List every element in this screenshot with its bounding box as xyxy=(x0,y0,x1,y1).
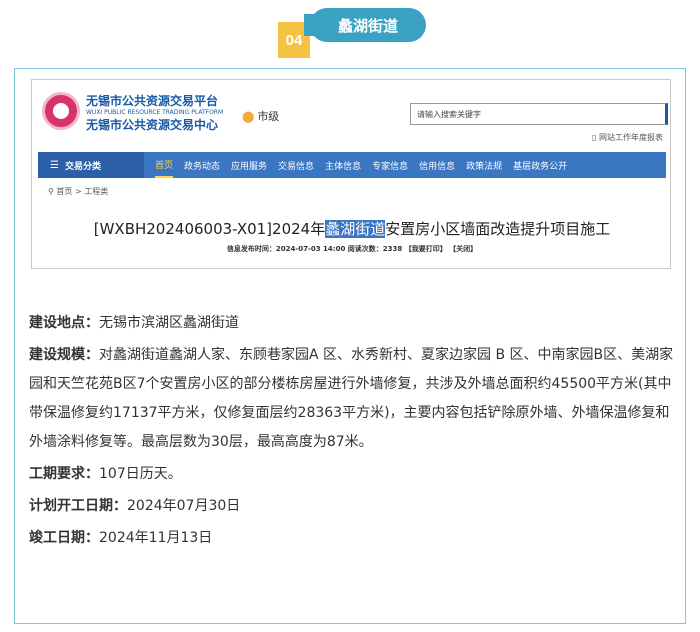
annual-report-link[interactable]: ▯ 网站工作年度报表 xyxy=(592,132,663,143)
nav-item-trading[interactable]: 交易信息 xyxy=(278,152,314,178)
location-selector[interactable]: ⬤ 市级 xyxy=(242,108,279,124)
main-nav: ☰ 交易分类 首页 政务动态 应用服务 交易信息 主体信息 专家信息 信用信息 政… xyxy=(38,152,666,178)
menu-icon: ☰ xyxy=(50,159,59,171)
platform-logo-icon xyxy=(42,92,80,130)
detail-location: 建设地点：无锡市滨湖区蠡湖街道 xyxy=(29,309,677,338)
webpage-screenshot: 无锡市公共资源交易平台 WUXI PUBLIC RESOURCE TRADING… xyxy=(31,79,671,269)
section-title: 蠡湖街道 xyxy=(304,8,426,42)
location-pin-icon: ⬤ xyxy=(242,110,255,123)
annual-report-label: 网站工作年度报表 xyxy=(598,133,663,142)
nav-item-grassroots[interactable]: 基层政务公开 xyxy=(513,152,567,178)
nav-item-services[interactable]: 应用服务 xyxy=(231,152,267,178)
title-prefix: [WXBH202406003-X01]2024年 xyxy=(93,220,326,238)
category-label: 交易分类 xyxy=(64,161,101,172)
nav-item-credit[interactable]: 信用信息 xyxy=(419,152,455,178)
scale-value: 对蠡湖街道蠡湖人家、东顾巷家园A 区、水秀新村、夏家边家园 B 区、中南家园B区… xyxy=(29,347,674,450)
brand-title: 无锡市公共资源交易平台 xyxy=(86,94,219,108)
location-value: 无锡市滨湖区蠡湖街道 xyxy=(99,315,239,331)
breadcrumb: ⚲ 首页 > 工程类 xyxy=(48,186,108,197)
section-badge: 04 蠡湖街道 xyxy=(278,8,428,58)
period-label: 工期要求： xyxy=(29,466,99,482)
site-header: 无锡市公共资源交易平台 WUXI PUBLIC RESOURCE TRADING… xyxy=(32,80,670,148)
title-highlight: 蠡湖街道 xyxy=(325,220,386,238)
brand-english: WUXI PUBLIC RESOURCE TRADING PLATFORM xyxy=(86,109,224,116)
search-input[interactable]: 请输入搜索关键字 xyxy=(410,103,668,125)
nav-item-home[interactable]: 首页 xyxy=(155,152,174,178)
project-details: 建设地点：无锡市滨湖区蠡湖街道 建设规模：对蠡湖街道蠡湖人家、东顾巷家园A 区、… xyxy=(29,309,677,556)
period-value: 107日历天。 xyxy=(99,466,182,482)
end-label: 竣工日期： xyxy=(29,530,99,546)
article-title: [WXBH202406003-X01]2024年蠡湖街道安置房小区墙面改造提升项… xyxy=(32,218,670,239)
report-icon: ▯ xyxy=(592,133,599,142)
detail-end: 竣工日期：2024年11月13日 xyxy=(29,524,677,553)
category-menu[interactable]: ☰ 交易分类 xyxy=(38,152,144,178)
brand-subtitle: 无锡市公共资源交易中心 xyxy=(86,118,219,132)
nav-item-experts[interactable]: 专家信息 xyxy=(372,152,408,178)
nav-item-entities[interactable]: 主体信息 xyxy=(325,152,361,178)
scale-label: 建设规模： xyxy=(29,347,99,363)
content-card: 无锡市公共资源交易平台 WUXI PUBLIC RESOURCE TRADING… xyxy=(14,68,686,624)
article-meta: 信息发布时间：2024-07-03 14:00 阅读次数：2338 【我要打印】… xyxy=(226,245,478,253)
location-label: 建设地点： xyxy=(29,315,99,331)
nav-item-policy[interactable]: 政策法规 xyxy=(466,152,502,178)
location-label: 市级 xyxy=(257,110,280,123)
detail-period: 工期要求：107日历天。 xyxy=(29,460,677,489)
detail-scale: 建设规模：对蠡湖街道蠡湖人家、东顾巷家园A 区、水秀新村、夏家边家园 B 区、中… xyxy=(29,341,677,457)
detail-start: 计划开工日期：2024年07月30日 xyxy=(29,492,677,521)
title-suffix: 安置房小区墙面改造提升项目施工 xyxy=(385,220,611,238)
end-value: 2024年11月13日 xyxy=(99,530,213,546)
breadcrumb-text[interactable]: 首页 > 工程类 xyxy=(56,187,108,196)
nav-item-news[interactable]: 政务动态 xyxy=(184,152,220,178)
start-label: 计划开工日期： xyxy=(29,498,127,514)
start-value: 2024年07月30日 xyxy=(127,498,241,514)
